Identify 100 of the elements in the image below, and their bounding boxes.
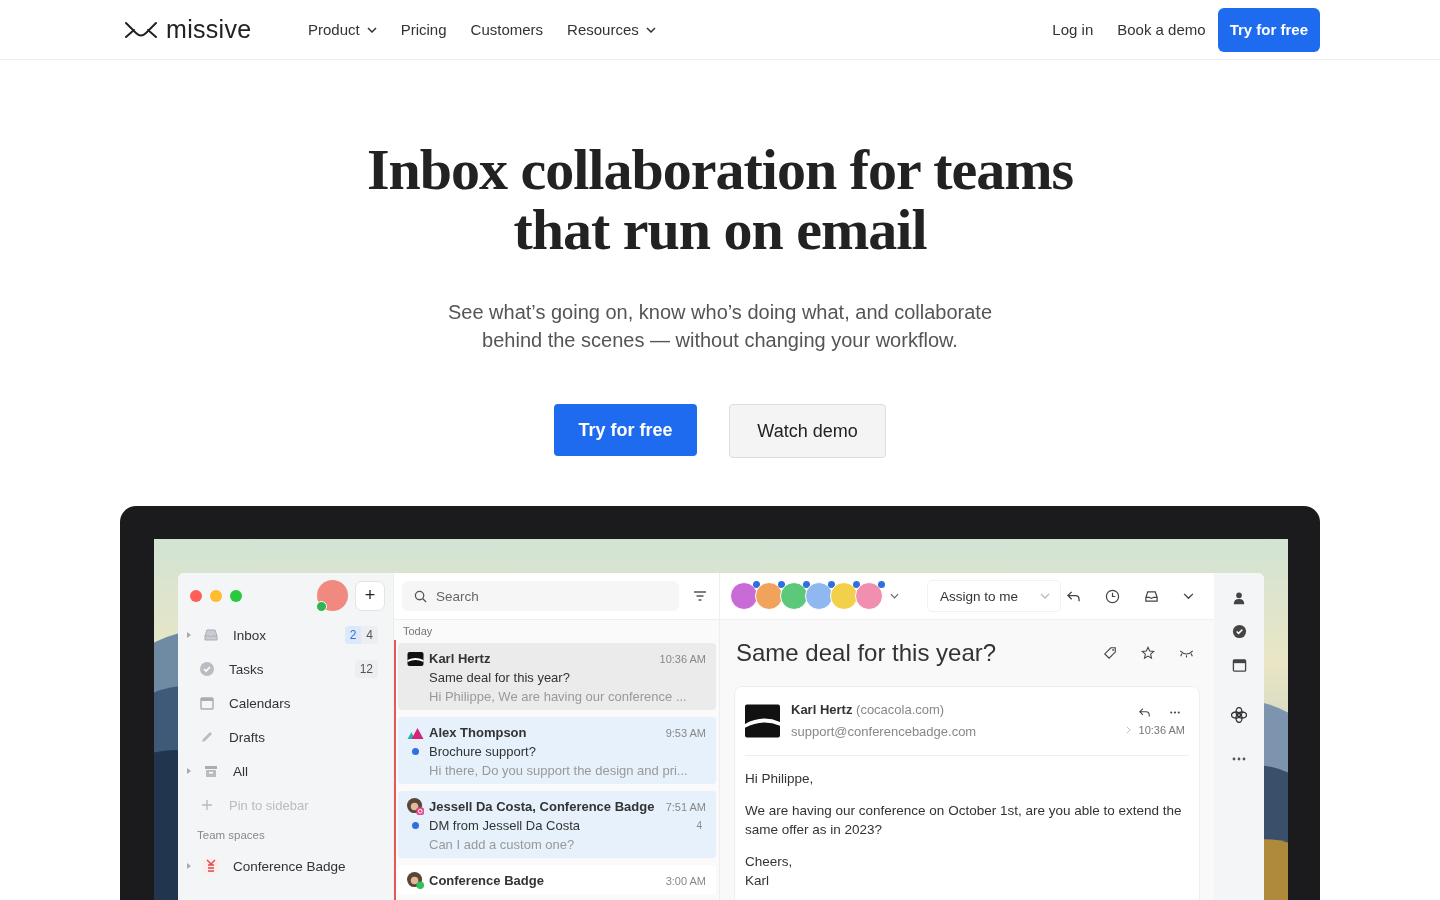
sender-name: Alex Thompson	[429, 725, 527, 740]
conversation-item[interactable]: Karl Hertz 10:36 AM Same deal for this year? Hi Philippe, We are having our conference ...	[398, 643, 716, 710]
check-circle-icon[interactable]	[1231, 624, 1247, 639]
search-icon	[414, 590, 427, 603]
inbox-icon	[203, 627, 219, 643]
unread-dot	[412, 822, 419, 829]
conversation-item[interactable]: Jessell Da Costa, Conference Badge 7:51 AM DM from Jessell Da Costa 4 Can I add a custom one?	[398, 791, 716, 858]
conversation-time: 9:53 AM	[665, 726, 706, 739]
sidebar-label: Drafts	[229, 729, 265, 745]
sidebar-label: Conference Badge	[233, 858, 346, 874]
sidebar-item[interactable]: Tasks 12	[178, 652, 393, 686]
hero-subtitle: See what’s going on, know who’s doing what, and collaborate behind the scenes — without changing your workflow.	[446, 300, 994, 353]
message-paragraph: We are having our conference on October 1st, are you able to extend the same offer as in 2023?	[745, 802, 1183, 839]
reply-icon[interactable]	[1066, 589, 1081, 603]
triangles-icon	[407, 726, 424, 739]
conversation-subject: Brochure support?	[429, 744, 536, 759]
conversation-time: 10:36 AM	[659, 652, 706, 665]
item-count: 4	[365, 627, 374, 644]
person-avatar-icon	[407, 872, 424, 889]
person-icon[interactable]	[1232, 591, 1246, 605]
recipient-address: support@conferencebadge.com	[791, 723, 977, 741]
unread-count: 2	[344, 626, 362, 644]
login-link[interactable]: Log in	[1052, 21, 1094, 38]
conversation-preview: Hi Philippe, We are having our conference ...	[429, 689, 687, 704]
sidebar-label: All	[233, 763, 248, 779]
conversation-item[interactable]: Alex Thompson 9:53 AM Brochure support? Hi there, Do you support the design and pri...	[398, 717, 716, 784]
close-dot[interactable]	[190, 589, 202, 602]
conversation-subject: Same deal for this year?	[429, 670, 570, 685]
assignee-avatar[interactable]	[780, 582, 808, 610]
knot-icon[interactable]	[1231, 707, 1247, 723]
reply-icon[interactable]	[1138, 706, 1151, 718]
maximize-dot[interactable]	[230, 589, 242, 602]
more-icon[interactable]	[1169, 710, 1181, 714]
add-button[interactable]: +	[355, 580, 385, 611]
tag-icon[interactable]	[1103, 646, 1117, 660]
caret-icon	[1040, 593, 1051, 599]
sender-name: Conference Badge	[429, 873, 544, 888]
sidebar-item[interactable]: Inbox 2 4	[178, 618, 393, 652]
section-heading: Team spaces	[196, 828, 266, 843]
sidebar-label: Inbox	[233, 627, 267, 643]
item-count: 12	[358, 661, 374, 678]
unread-dot	[412, 748, 419, 755]
badge-icon	[203, 858, 219, 874]
logo-icon	[407, 650, 424, 667]
conversation-time: 3:00 AM	[665, 874, 706, 887]
conversation-subject-heading: Same deal for this year?	[736, 639, 997, 667]
conversation-subject: DM from Jessell Da Costa	[429, 818, 580, 833]
watch-demo-button[interactable]: Watch demo	[729, 404, 886, 458]
logo-wordmark[interactable]: missive	[166, 15, 252, 44]
date-group-label: Today	[394, 620, 719, 640]
sidebar-item[interactable]: Conference Badge	[178, 849, 393, 883]
person-avatar-icon	[407, 798, 424, 815]
sidebar-item[interactable]: Calendars	[178, 686, 393, 720]
more-icon[interactable]	[1232, 757, 1246, 761]
conversation-item[interactable]: Conference Badge 3:00 AM	[398, 865, 716, 894]
sidebar-item[interactable]: Drafts	[178, 720, 393, 754]
sender-name: Jessell Da Costa, Conference Badge	[429, 799, 655, 814]
nav-link[interactable]: Resources	[567, 21, 656, 38]
try-free-button[interactable]: Try for free	[1217, 7, 1320, 52]
star-icon[interactable]	[1141, 646, 1155, 660]
minimize-dot[interactable]	[210, 589, 222, 602]
check-icon	[199, 661, 215, 677]
nav-link[interactable]: Customers	[470, 21, 544, 38]
plus-icon	[199, 797, 215, 813]
logo-icon[interactable]	[125, 20, 157, 39]
sidebar-label: Tasks	[229, 661, 264, 677]
calendar-icon	[199, 695, 215, 711]
message-time: 10:36 AM	[1138, 723, 1185, 736]
nav-link[interactable]: Product	[308, 21, 377, 38]
sender-name: Karl Hertz	[791, 702, 853, 717]
sidebar-label: Calendars	[229, 695, 291, 711]
sender-name: Karl Hertz	[429, 651, 491, 666]
assignee-avatar[interactable]	[730, 582, 758, 610]
sidebar-item[interactable]: All	[178, 754, 393, 788]
sender-domain: (cocacola.com)	[856, 702, 945, 717]
hero-title: Inbox collaboration for teams that run on email	[365, 140, 1075, 260]
try-free-button[interactable]: Try for free	[554, 404, 697, 456]
demo-link[interactable]: Book a demo	[1117, 21, 1206, 38]
search-field[interactable]: Search	[402, 581, 679, 611]
message-paragraph: Hi Philippe,	[745, 770, 815, 788]
assignee-avatar[interactable]	[855, 582, 883, 610]
clock-icon[interactable]	[1105, 588, 1120, 604]
filter-icon[interactable]	[693, 590, 707, 602]
assignee-avatar[interactable]	[830, 582, 858, 610]
assignee-avatar[interactable]	[755, 582, 783, 610]
pencil-icon	[199, 729, 215, 745]
conversation-time: 7:51 AM	[665, 800, 706, 813]
assignee-avatar[interactable]	[805, 582, 833, 610]
user-avatar[interactable]	[317, 580, 348, 611]
chevron-down-icon[interactable]	[1183, 592, 1194, 600]
conversation-preview: Hi there, Do you support the design and pri...	[429, 763, 688, 778]
caret-icon[interactable]	[890, 593, 899, 599]
message-paragraph: Cheers, Karl	[745, 853, 794, 890]
message-count: 4	[696, 820, 702, 831]
calendar-icon[interactable]	[1231, 658, 1247, 673]
assign-dropdown[interactable]: Assign to me	[927, 580, 1062, 612]
nav-link[interactable]: Pricing	[400, 21, 447, 38]
closed-eye-icon[interactable]	[1179, 648, 1194, 658]
inbox-icon[interactable]	[1144, 588, 1159, 604]
archive-icon	[203, 763, 219, 779]
